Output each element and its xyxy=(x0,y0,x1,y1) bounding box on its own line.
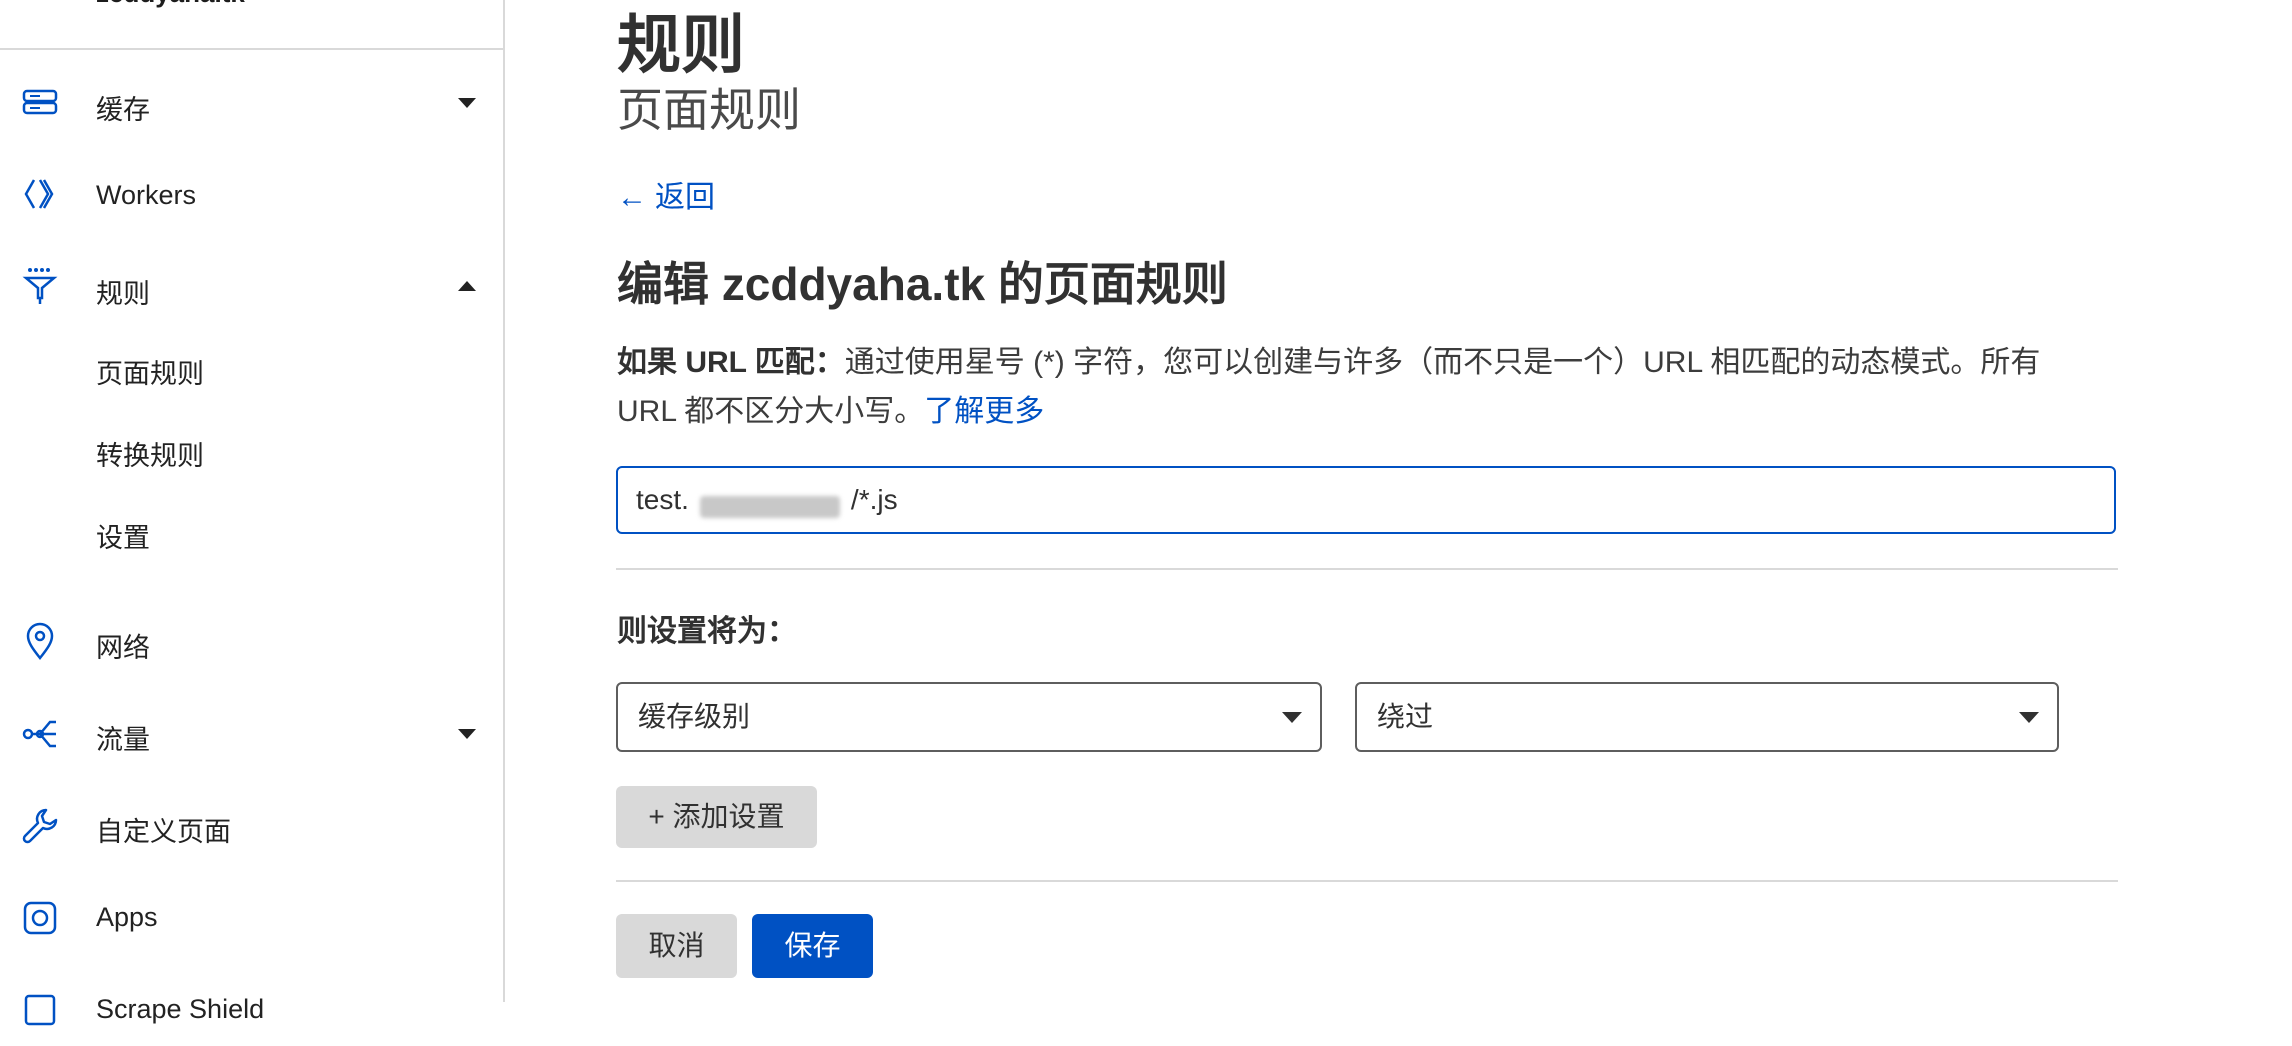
shield-doc-icon xyxy=(24,994,56,1026)
sidebar-item-traffic[interactable]: 流量 xyxy=(0,700,503,770)
url-match-description: 如果 URL 匹配：通过使用星号 (*) 字符，您可以创建与许多（而不只是一个）… xyxy=(617,338,2097,436)
url-match-lead: 如果 URL 匹配： xyxy=(617,346,845,379)
back-link[interactable]: ← 返回 xyxy=(617,172,715,216)
sidebar-subitem-settings[interactable]: 设置 xyxy=(96,516,150,555)
zone-name[interactable]: zcddyaha.tk xyxy=(96,0,245,9)
sidebar-item-network[interactable]: 网络 xyxy=(0,608,503,678)
wrench-icon xyxy=(22,808,58,844)
sidebar-item-label: 自定义页面 xyxy=(96,817,231,847)
sidebar-subitem-page-rules[interactable]: 页面规则 xyxy=(96,352,204,391)
setting-type-value: 缓存级别 xyxy=(638,701,751,732)
divider xyxy=(616,568,2118,570)
add-setting-button[interactable]: + 添加设置 xyxy=(616,786,817,848)
chevron-down-icon xyxy=(458,98,476,108)
chevron-down-icon xyxy=(1282,712,1302,723)
sidebar-item-label: 规则 xyxy=(96,279,150,309)
learn-more-link[interactable]: 了解更多 xyxy=(924,395,1044,428)
sidebar-divider xyxy=(0,48,503,50)
sidebar-item-custom-pages[interactable]: 自定义页面 xyxy=(0,792,503,862)
chevron-down-icon xyxy=(458,729,476,739)
sidebar-item-cache[interactable]: 缓存 xyxy=(0,70,503,140)
sidebar-item-scrape-shield[interactable]: Scrape Shield xyxy=(0,976,503,1046)
sidebar-item-label: Apps xyxy=(96,902,158,932)
redacted-blur xyxy=(700,496,840,518)
setting-value-value: 绕过 xyxy=(1377,701,1434,732)
sidebar: zcddyaha.tk 缓存 Workers 规则 xyxy=(0,0,505,1026)
sidebar-subitem-transform-rules[interactable]: 转换规则 xyxy=(96,434,204,473)
edit-rule-heading: 编辑 zcddyaha.tk 的页面规则 xyxy=(617,258,1228,310)
chevron-down-icon xyxy=(2019,712,2039,723)
sidebar-item-label: Scrape Shield xyxy=(96,994,265,1024)
settings-heading: 则设置将为： xyxy=(617,615,797,648)
divider xyxy=(616,880,2118,882)
cancel-button[interactable]: 取消 xyxy=(616,914,737,978)
workers-icon xyxy=(24,179,54,209)
server-stack-icon xyxy=(22,89,58,115)
sidebar-item-label: 流量 xyxy=(96,725,150,755)
back-arrow-icon[interactable] xyxy=(22,0,42,6)
url-pattern-input[interactable]: test. /*.js xyxy=(616,466,2116,534)
chevron-up-icon xyxy=(458,281,476,291)
rules-funnel-icon xyxy=(22,268,58,304)
url-pattern-prefix: test. xyxy=(636,484,689,515)
sidebar-item-label: 缓存 xyxy=(96,95,150,125)
arrow-left-icon: ← xyxy=(617,181,647,214)
location-pin-icon xyxy=(26,622,54,661)
sidebar-item-workers[interactable]: Workers xyxy=(0,162,503,232)
sidebar-item-label: 网络 xyxy=(96,633,150,663)
traffic-share-icon xyxy=(22,720,56,748)
setting-value-select[interactable]: 绕过 xyxy=(1355,682,2059,752)
url-pattern-suffix: /*.js xyxy=(850,484,898,515)
sidebar-item-rules[interactable]: 规则 xyxy=(0,254,503,324)
save-button[interactable]: 保存 xyxy=(752,914,873,978)
sidebar-item-label: Workers xyxy=(96,180,197,210)
apps-icon xyxy=(23,901,57,935)
page-subtitle: 页面规则 xyxy=(617,84,801,136)
setting-type-select[interactable]: 缓存级别 xyxy=(616,682,1322,752)
sidebar-item-apps[interactable]: Apps xyxy=(0,884,503,954)
back-link-label: 返回 xyxy=(655,181,715,214)
